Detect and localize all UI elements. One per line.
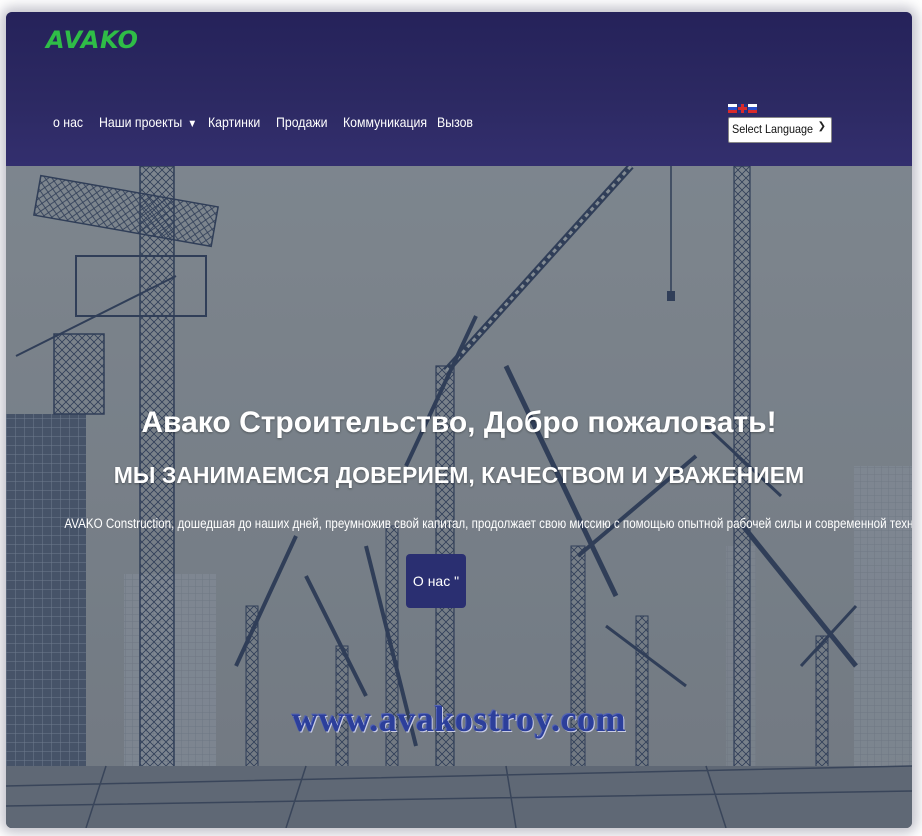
nav-item-about[interactable]: о нас [53, 114, 83, 130]
nav-item-pictures[interactable]: Картинки [208, 114, 260, 130]
hero-subtitle: МЫ ЗАНИМАЕМСЯ ДОВЕРИЕМ, КАЧЕСТВОМ И УВАЖ… [113, 462, 805, 488]
site-header: AVAKO о нас Наши проекты ▼ Картинки Прода… [6, 12, 912, 166]
nav-item-label: Картинки [208, 114, 261, 130]
nav-item-label: Вызов [437, 114, 473, 130]
hero-section: Авако Строительство, Добро пожаловать! М… [6, 166, 912, 828]
hero-content: Авако Строительство, Добро пожаловать! М… [6, 166, 912, 828]
flag-icon[interactable] [728, 104, 737, 113]
language-select[interactable]: Select Language ❯ [728, 117, 832, 143]
nav-item-communication[interactable]: Коммуникация [343, 114, 427, 130]
flag-icon[interactable] [748, 104, 757, 113]
nav-item-projects[interactable]: Наши проекты ▼ [99, 114, 197, 130]
language-select-value: Select Language [732, 122, 814, 136]
about-us-button[interactable]: О нас " [406, 554, 466, 608]
flag-icon[interactable] [738, 104, 747, 113]
nav-item-label: Продажи [276, 114, 328, 130]
watermark-url: www.avakostroy.com [291, 699, 627, 739]
nav-item-sales[interactable]: Продажи [276, 114, 327, 130]
nav-item-label: о нас [53, 114, 84, 130]
browser-viewport: AVAKO о нас Наши проекты ▼ Картинки Прода… [6, 12, 912, 828]
chevron-down-icon: ❯ [817, 121, 826, 132]
caret-down-icon: ▼ [187, 118, 198, 130]
about-us-button-label: О нас " [412, 573, 460, 589]
language-flags [728, 104, 760, 114]
nav-item-label: Наши проекты [99, 114, 183, 130]
nav-item-call[interactable]: Вызов [437, 114, 473, 130]
nav-item-label: Коммуникация [343, 114, 428, 130]
site-logo[interactable]: AVAKO [46, 26, 138, 54]
hero-description: AVAKO Construction, дошедшая до наших дн… [64, 516, 912, 531]
hero-title: Авако Строительство, Добро пожаловать! [141, 406, 777, 439]
